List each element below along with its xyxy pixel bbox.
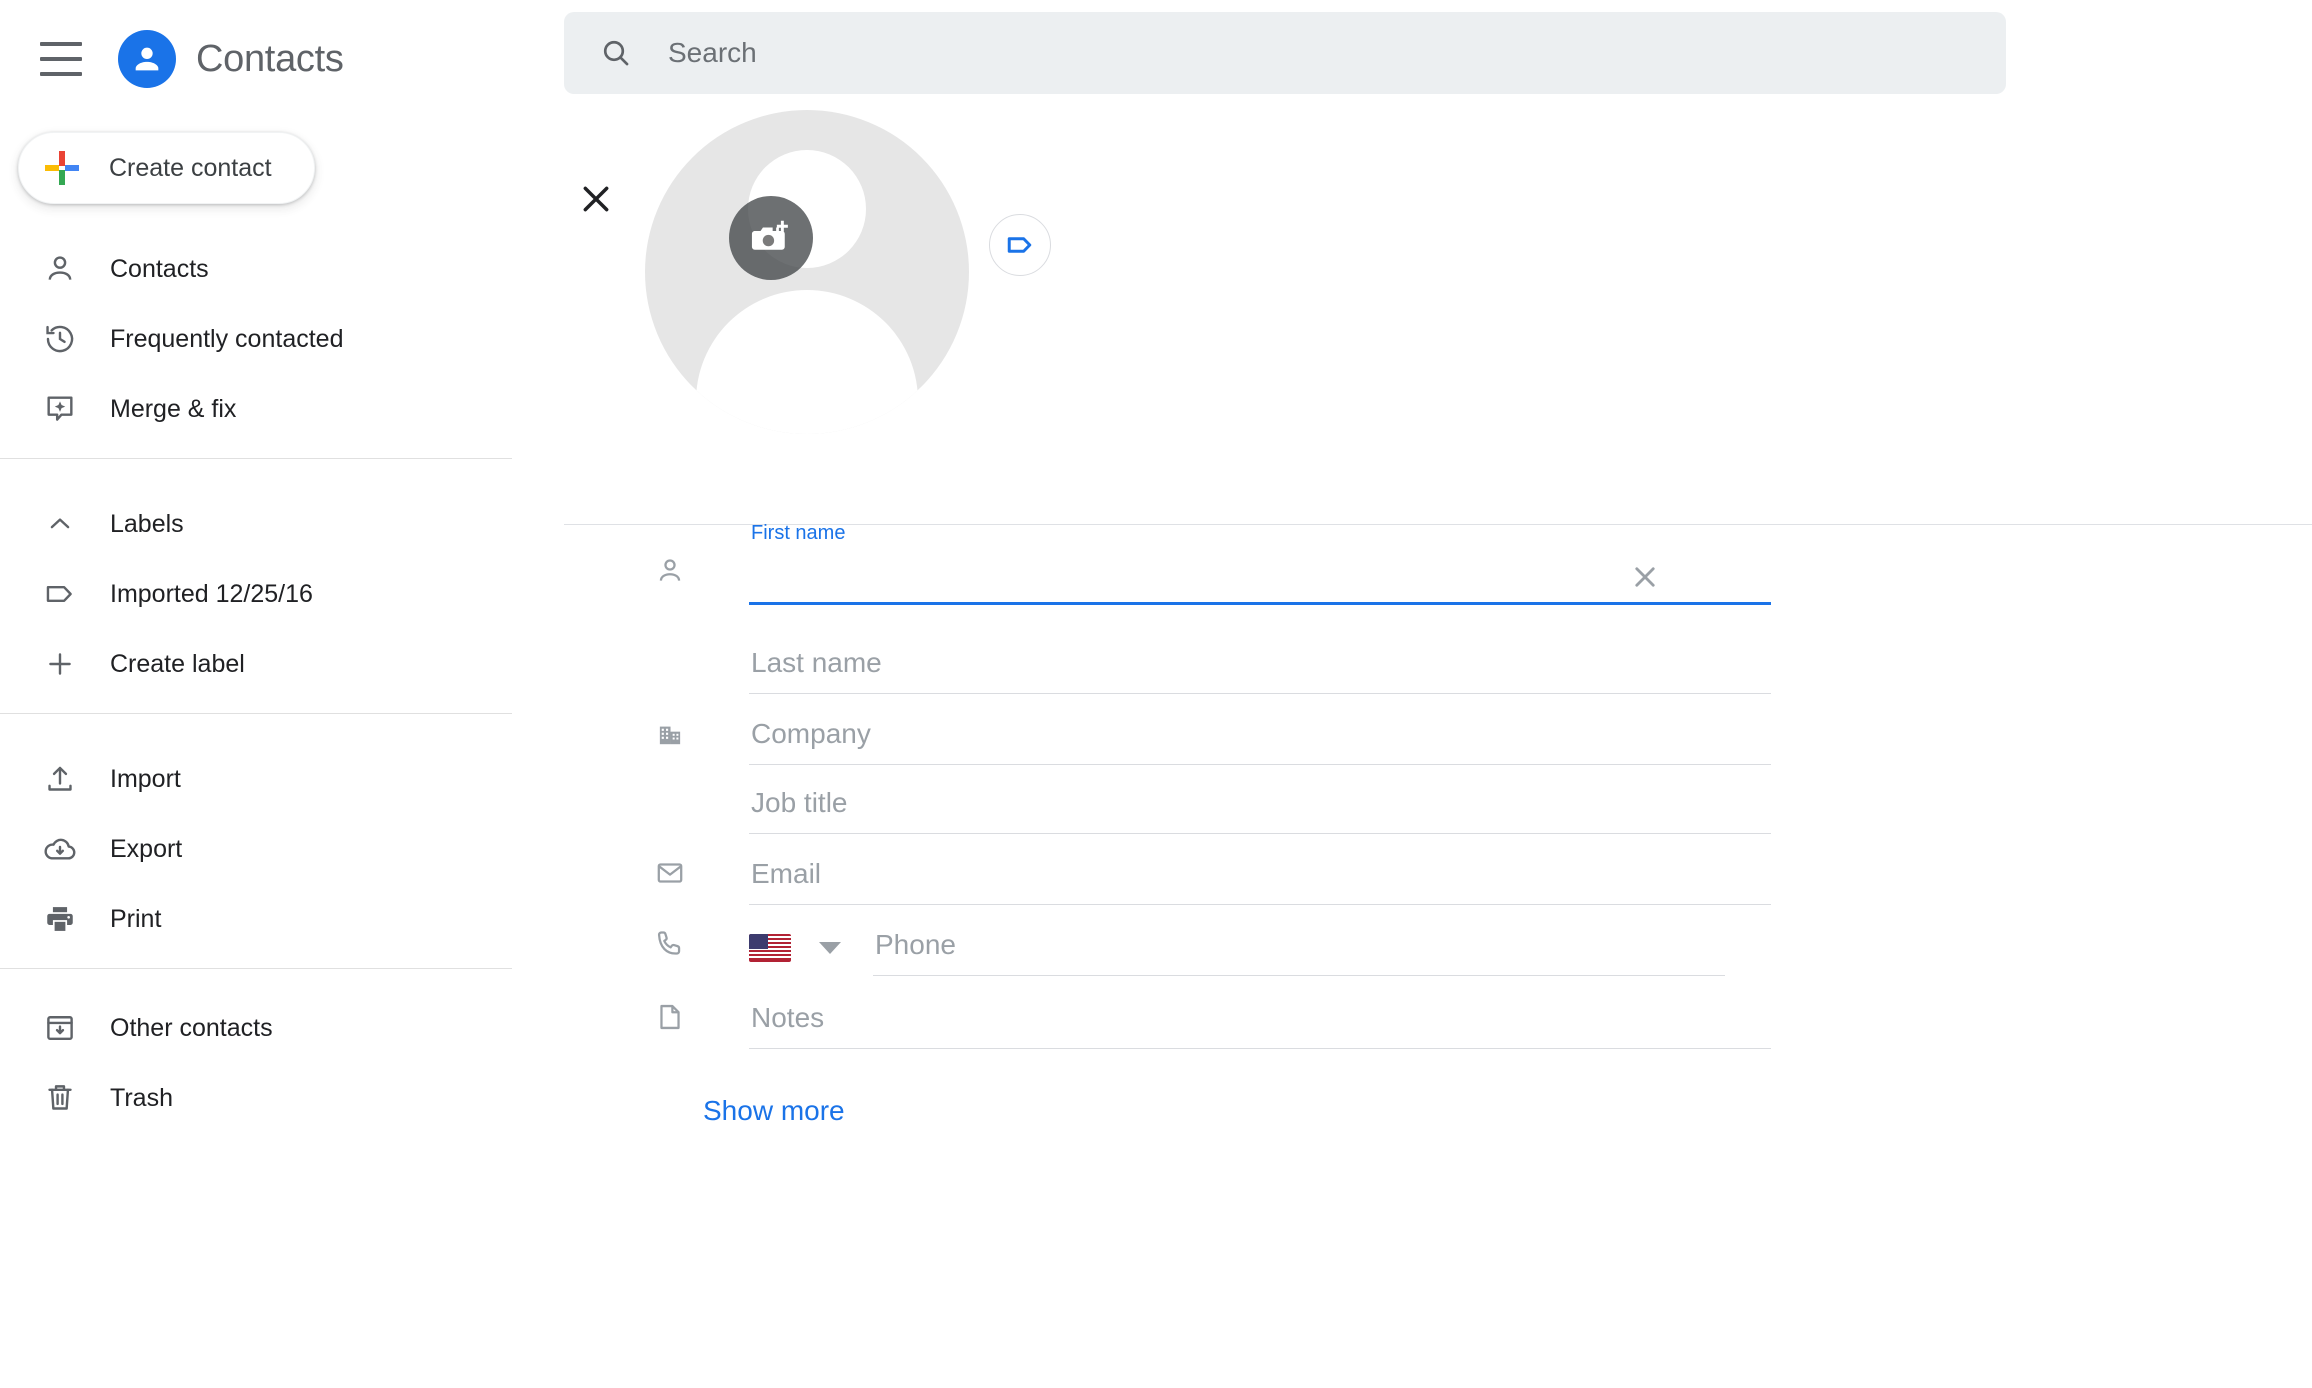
contacts-person-logo-icon xyxy=(118,30,176,88)
sidebar-item-label: Merge & fix xyxy=(110,394,237,423)
cloud-download-icon xyxy=(40,829,80,869)
last-name-field[interactable]: Last name xyxy=(749,639,1771,694)
job-title-field[interactable]: Job title xyxy=(749,779,1771,834)
upload-icon xyxy=(40,759,80,799)
avatar-zone xyxy=(512,110,2312,434)
sidebar-item-label: Frequently contacted xyxy=(110,324,344,353)
company-input[interactable] xyxy=(749,710,1771,764)
clear-x-icon[interactable] xyxy=(1622,554,1668,600)
contact-form: First name Last name Company Job title E… xyxy=(512,522,2312,1127)
tag-icon xyxy=(40,574,80,614)
merge-sparkle-icon xyxy=(40,389,80,429)
sidebar-item-contacts[interactable]: Contacts xyxy=(0,234,512,304)
plus-icon xyxy=(40,644,80,684)
page-title: Contacts xyxy=(196,37,344,80)
contacts-app: Contacts Create contact Contacts Frequen… xyxy=(0,0,2312,1388)
google-plus-icon xyxy=(45,151,79,185)
person-icon xyxy=(647,548,693,594)
building-icon xyxy=(647,710,693,756)
job-title-input[interactable] xyxy=(749,779,1771,833)
sidebar-item-imported-label[interactable]: Imported 12/25/16 xyxy=(0,559,512,629)
spacer-icon xyxy=(647,639,693,685)
phone-input[interactable] xyxy=(873,921,1725,975)
printer-icon xyxy=(40,899,80,939)
trash-icon xyxy=(40,1078,80,1118)
sidebar-item-label: Export xyxy=(110,834,183,863)
sidebar-item-label: Import xyxy=(110,764,181,793)
first-name-input[interactable] xyxy=(749,548,1771,602)
sidebar-item-import[interactable]: Import xyxy=(0,744,512,814)
sidebar-item-trash[interactable]: Trash xyxy=(0,1063,512,1133)
hamburger-menu-icon[interactable] xyxy=(40,42,82,76)
sidebar-item-merge-and-fix[interactable]: Merge & fix xyxy=(0,374,512,444)
notes-input[interactable] xyxy=(749,994,1771,1048)
sidebar-item-label: Trash xyxy=(110,1083,173,1112)
envelope-icon xyxy=(647,850,693,896)
email-field[interactable]: Email xyxy=(749,850,1771,905)
sidebar-item-label: Labels xyxy=(110,509,184,538)
form-row-email: Email xyxy=(512,850,2312,905)
spacer-icon xyxy=(647,779,693,825)
email-input[interactable] xyxy=(749,850,1771,904)
chevron-up-icon xyxy=(40,504,80,544)
form-row-notes: Notes xyxy=(512,994,2312,1049)
sidebar-item-print[interactable]: Print xyxy=(0,884,512,954)
form-row-first-name: First name xyxy=(512,522,2312,605)
caret-down-icon[interactable] xyxy=(819,942,841,954)
sidebar-item-create-label[interactable]: Create label xyxy=(0,629,512,699)
default-person-avatar-icon xyxy=(645,110,969,434)
company-field[interactable]: Company xyxy=(749,710,1771,765)
main-panel: Search First name Last name Company Job … xyxy=(512,0,2312,1388)
us-flag-icon xyxy=(749,934,791,962)
sidebar-item-export[interactable]: Export xyxy=(0,814,512,884)
label-tag-icon[interactable] xyxy=(989,214,1051,276)
last-name-input[interactable] xyxy=(749,639,1771,693)
phone-handset-icon xyxy=(647,921,693,967)
company-underline xyxy=(749,764,1771,765)
first-name-underline xyxy=(749,602,1771,605)
first-name-label: First name xyxy=(751,522,846,544)
form-row-company: Company xyxy=(512,710,2312,765)
search-input[interactable]: Search xyxy=(668,37,757,69)
nav-group-io: Import Export Print xyxy=(0,714,512,968)
sidebar-item-label: Imported 12/25/16 xyxy=(110,579,313,608)
sidebar-item-labels[interactable]: Labels xyxy=(0,489,512,559)
sidebar-item-label: Other contacts xyxy=(110,1013,273,1042)
sidebar-item-label: Print xyxy=(110,904,162,933)
nav-group-main: Contacts Frequently contacted Merge & fi… xyxy=(0,204,512,458)
nav-group-other: Other contacts Trash xyxy=(0,969,512,1147)
phone-field[interactable]: Phone xyxy=(873,921,1725,976)
sidebar-item-label: Contacts xyxy=(110,254,209,283)
notes-underline xyxy=(749,1048,1771,1049)
sidebar-item-frequently-contacted[interactable]: Frequently contacted xyxy=(0,304,512,374)
sidebar-item-label: Create label xyxy=(110,649,245,678)
create-contact-wrap: Create contact xyxy=(0,118,512,204)
app-header: Contacts xyxy=(0,0,512,118)
first-name-field[interactable]: First name xyxy=(749,522,1771,605)
sidebar: Contacts Create contact Contacts Frequen… xyxy=(0,0,512,1388)
person-icon xyxy=(40,249,80,289)
create-contact-button[interactable]: Create contact xyxy=(18,132,315,204)
email-underline xyxy=(749,904,1771,905)
avatar-body-shape xyxy=(696,290,918,434)
form-row-job-title: Job title xyxy=(512,779,2312,834)
archive-down-icon xyxy=(40,1008,80,1048)
add-photo-camera-icon[interactable] xyxy=(729,196,813,280)
search-bar[interactable]: Search xyxy=(564,12,2006,94)
last-name-underline xyxy=(749,693,1771,694)
search-icon xyxy=(596,33,636,73)
form-row-last-name: Last name xyxy=(512,639,2312,694)
form-row-phone: Phone xyxy=(512,921,2312,976)
nav-group-labels: Labels Imported 12/25/16 Create label xyxy=(0,459,512,713)
job-title-underline xyxy=(749,833,1771,834)
notes-field[interactable]: Notes xyxy=(749,994,1771,1049)
history-clock-icon xyxy=(40,319,80,359)
sidebar-item-other-contacts[interactable]: Other contacts xyxy=(0,993,512,1063)
create-contact-label: Create contact xyxy=(109,153,272,182)
phone-underline xyxy=(873,975,1725,976)
show-more-button[interactable]: Show more xyxy=(703,1095,845,1127)
note-page-icon xyxy=(647,994,693,1040)
country-selector[interactable] xyxy=(749,921,841,975)
